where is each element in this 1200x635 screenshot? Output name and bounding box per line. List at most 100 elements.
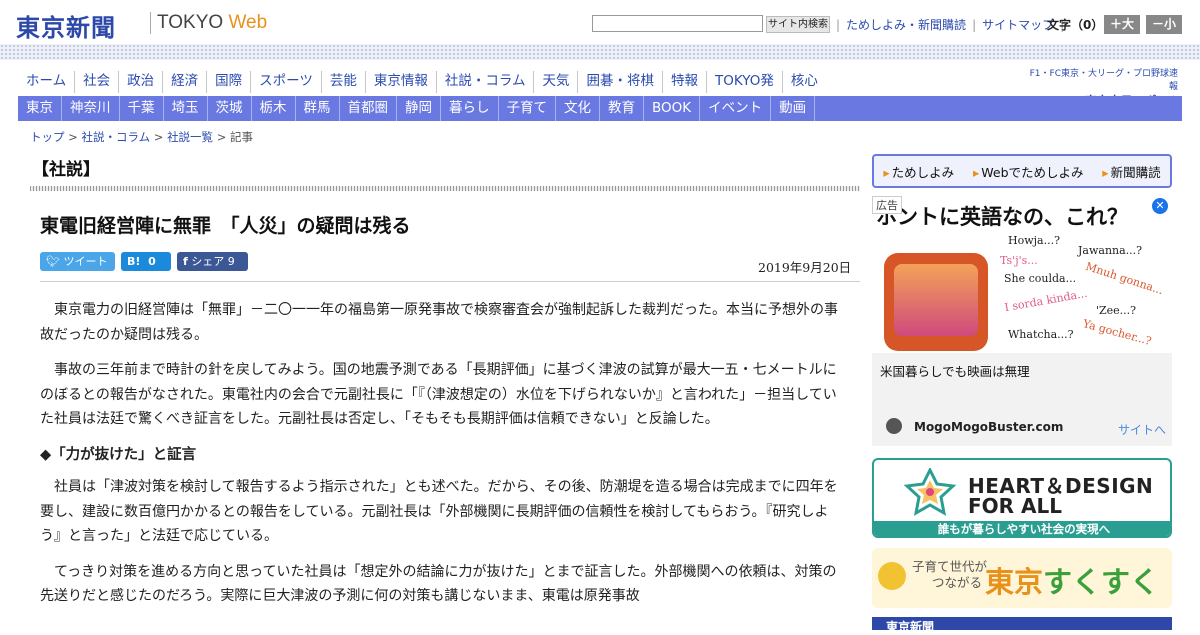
subscribe-link[interactable]: 新聞購読 <box>1102 162 1161 181</box>
nav2-item[interactable]: 暮らし <box>441 96 499 121</box>
nav-item-kakushin[interactable]: 核心 <box>781 71 826 93</box>
ad-close-icon[interactable]: ✕ <box>1152 198 1168 214</box>
flower-icon <box>878 562 906 590</box>
section-rule <box>30 186 860 191</box>
breadcrumb: トップ > 社説・コラム > 社説一覧 > 記事 <box>30 129 253 145</box>
breadcrumb-top[interactable]: トップ <box>30 130 65 144</box>
article-paragraph: てっきり対策を進める方向と思っていた社員は「想定外の結論に力が抜けた」とまで証言… <box>40 563 837 605</box>
sitemap-link[interactable]: サイトマップ <box>982 16 1054 33</box>
article-body: 東京電力の旧経営陣は「無罪」－二〇一一年の福島第一原発事故で検察審査会が強制起訴… <box>40 298 846 620</box>
breadcrumb-editorials[interactable]: 社説・コラム <box>81 130 150 144</box>
chunichi-tagline: F1・FC東京・大リーグ・プロ野球速報 <box>1029 69 1178 92</box>
breadcrumb-sep: > <box>64 130 82 144</box>
breadcrumb-sep: > <box>213 130 231 144</box>
tweet-label: ツイート <box>63 255 108 268</box>
site-logo[interactable]: 東京新聞 <box>16 8 116 43</box>
section-title: 【社説】 <box>32 160 100 180</box>
article-paragraph: 事故の三年前まで時計の針を戻してみよう。国の地震予測である「長期評価」に基づく津… <box>40 362 837 427</box>
hatena-count: 0 <box>148 255 156 268</box>
primary-nav: ホーム 社会 政治 経済 国際 スポーツ 芸能 東京情報 社説・コラム 天気 囲… <box>18 71 826 93</box>
ad-speech-bubbles: Howja...? Jawanna...? Ts'j's... She coul… <box>996 234 1166 349</box>
ad-bubble: Jawanna...? <box>1078 244 1143 257</box>
breadcrumb-current: 記事 <box>230 130 254 144</box>
ad-bubble: Ya gocher...? <box>1081 317 1153 348</box>
nav-item-sports[interactable]: スポーツ <box>250 71 321 93</box>
top-header: 東京新聞 TOKYO Web サイト内検索 | ためしよみ・新聞購読 | サイト… <box>0 0 1200 44</box>
sukusuku-banner[interactable]: 子育て世代が つながる 東京すくすく <box>872 548 1172 608</box>
nav-item-economy[interactable]: 経済 <box>162 71 206 93</box>
nav2-item[interactable]: 神奈川 <box>62 96 120 121</box>
twitter-icon: 🐦︎ <box>46 255 60 268</box>
nav2-item[interactable]: 静岡 <box>397 96 441 121</box>
web-trial-link[interactable]: Webでためしよみ <box>973 162 1083 181</box>
nav-item-home[interactable]: ホーム <box>18 71 74 93</box>
nav-item-editorials[interactable]: 社説・コラム <box>435 71 534 93</box>
sukusuku-brand-name: すくすく <box>1043 565 1160 599</box>
top-links: | ためしよみ・新聞購読 | サイトマップ | <box>836 16 1064 33</box>
ad-headline: ホントに英語なの、これ？ <box>876 205 1128 229</box>
heart-design-footer: 誰もが暮らしやすい社会の実現へ <box>874 521 1170 536</box>
facebook-share-button[interactable]: f シェア 9 <box>177 252 248 271</box>
nav-item-tokyo-hatsu[interactable]: TOKYO発 <box>705 71 782 93</box>
facebook-share-label: シェア <box>191 255 225 268</box>
trial-read-link[interactable]: ためしよみ <box>883 162 955 181</box>
facebook-icon: f <box>183 255 188 268</box>
nav2-item[interactable]: 子育て <box>499 96 556 121</box>
tweet-button[interactable]: 🐦︎ ツイート <box>40 252 115 271</box>
ad-bubble: Ts'j's... <box>1000 254 1038 267</box>
subscription-links: ためしよみ Webでためしよみ 新聞購読 <box>872 154 1172 188</box>
site-search-button[interactable]: サイト内検索 <box>766 16 830 33</box>
breadcrumb-editorial-list[interactable]: 社説一覧 <box>167 130 213 144</box>
nav2-item[interactable]: 教育 <box>600 96 644 121</box>
nav-item-international[interactable]: 国際 <box>206 71 250 93</box>
hatena-button[interactable]: B! 0 <box>121 252 171 271</box>
nav2-item[interactable]: 千葉 <box>120 96 164 121</box>
nav2-item[interactable]: 埼玉 <box>164 96 208 121</box>
sukusuku-brand: 東京すくすく <box>985 559 1159 601</box>
nav2-item[interactable]: 動画 <box>771 96 816 121</box>
font-smaller-button[interactable]: －小 <box>1146 15 1182 34</box>
article-title: 東電旧経営陣に無罪 「人災」の疑問は残る <box>40 215 411 237</box>
ad-badge: 広告 <box>872 196 902 214</box>
nav2-item[interactable]: 首都圏 <box>340 96 397 121</box>
tokyo-shimbun-banner[interactable]: 東京新聞 <box>872 617 1172 634</box>
font-bigger-button[interactable]: ＋大 <box>1104 15 1140 34</box>
ad-image[interactable]: ホントに英語なの、これ？ 広告 ✕ Howja...? Jawanna...? … <box>872 196 1172 353</box>
search-input[interactable] <box>592 15 763 32</box>
nav-item-tokuho[interactable]: 特報 <box>661 71 706 93</box>
heart-design-banner[interactable]: HEART＆DESIGN FOR ALL 誰もが暮らしやすい社会の実現へ <box>872 458 1172 538</box>
nav2-item[interactable]: BOOK <box>644 96 701 121</box>
ad-site-link[interactable]: サイトへ <box>1118 421 1166 438</box>
site-logo-en[interactable]: TOKYO Web <box>157 12 267 34</box>
nav-item-weather[interactable]: 天気 <box>533 71 577 93</box>
ad-bubble: Whatcha...? <box>1008 328 1074 341</box>
ad-bubble: I sorda kinda... <box>1003 286 1089 315</box>
article-date: 2019年9月20日 <box>758 260 852 275</box>
globe-icon <box>886 418 902 434</box>
trial-subscribe-link[interactable]: ためしよみ・新聞購読 <box>846 16 966 33</box>
dotted-divider <box>0 44 1200 60</box>
tv-screen-illustration <box>894 264 978 336</box>
article-paragraph: 東京電力の旧経営陣は「無罪」－二〇一一年の福島第一原発事故で検察審査会が強制起訴… <box>40 302 838 343</box>
ad-advertiser[interactable]: MogoMogoBuster.com <box>914 420 1063 434</box>
heart-design-logo-icon <box>904 468 956 516</box>
link-separator: | <box>836 17 841 32</box>
ad-caption[interactable]: 米国暮らしでも映画は無理 <box>880 361 1030 380</box>
article-subheading: ◆「力が抜けた」と証言 <box>40 446 197 463</box>
nav2-item[interactable]: 茨城 <box>208 96 252 121</box>
nav-item-society[interactable]: 社会 <box>74 71 118 93</box>
nav2-item[interactable]: 文化 <box>556 96 600 121</box>
article-divider <box>40 281 860 282</box>
nav-item-tokyo-info[interactable]: 東京情報 <box>364 71 436 93</box>
nav2-item[interactable]: 東京 <box>18 96 62 121</box>
ad-bubble: Howja...? <box>1008 234 1060 247</box>
nav2-item[interactable]: イベント <box>700 96 772 121</box>
nav-item-go-shogi[interactable]: 囲碁・将棋 <box>577 71 662 93</box>
breadcrumb-sep: > <box>150 130 168 144</box>
facebook-share-count: 9 <box>227 255 235 268</box>
nav-item-entertainment[interactable]: 芸能 <box>320 71 365 93</box>
nav2-item[interactable]: 栃木 <box>252 96 296 121</box>
nav2-item[interactable]: 群馬 <box>296 96 340 121</box>
advertisement[interactable]: ホントに英語なの、これ？ 広告 ✕ Howja...? Jawanna...? … <box>872 196 1172 446</box>
nav-item-politics[interactable]: 政治 <box>118 71 162 93</box>
